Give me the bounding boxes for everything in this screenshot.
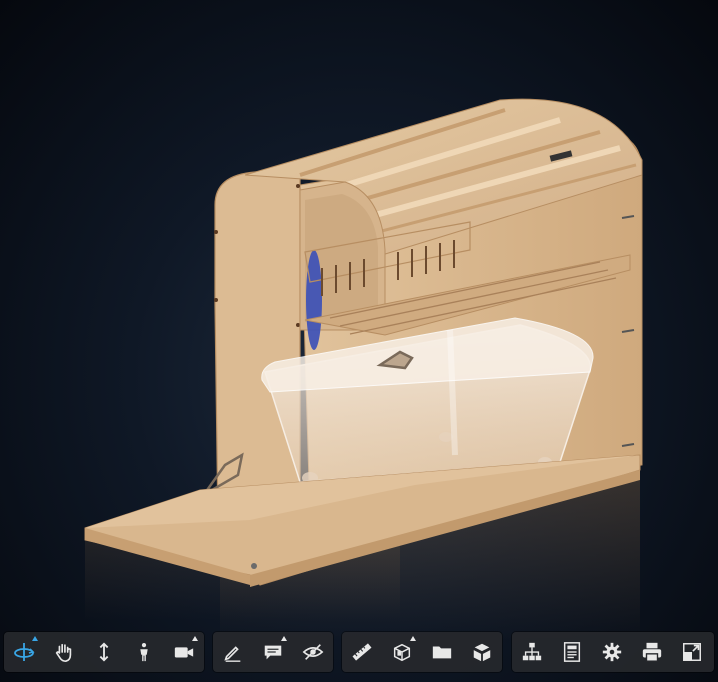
flyout-indicator [281, 636, 287, 641]
model-tool-group [342, 632, 502, 672]
folder-icon [432, 646, 452, 659]
orbit-icon [14, 643, 35, 661]
explode-button[interactable] [462, 632, 502, 672]
markup-button[interactable] [213, 632, 253, 672]
properties-icon [563, 642, 581, 662]
hide-eye-icon [302, 644, 324, 660]
comment-button[interactable] [253, 632, 293, 672]
cabinet-left-panel [214, 167, 301, 526]
section-cube-icon [393, 643, 411, 662]
flyout-indicator [32, 636, 38, 641]
orbit-button[interactable] [4, 632, 44, 672]
hide-button[interactable] [293, 632, 333, 672]
first-person-button[interactable] [124, 632, 164, 672]
first-person-icon [140, 643, 148, 662]
pan-icon [55, 643, 72, 662]
camera-button[interactable] [164, 632, 204, 672]
pan-button[interactable] [44, 632, 84, 672]
flyout-indicator [410, 636, 416, 641]
comment-icon [264, 645, 282, 660]
camera-icon [174, 647, 194, 658]
markup-pen-icon [224, 646, 241, 662]
document-browser-button[interactable] [422, 632, 462, 672]
print-button[interactable] [632, 632, 672, 672]
3d-viewport[interactable] [0, 0, 718, 682]
dolly-button[interactable] [84, 632, 124, 672]
fullscreen-icon [683, 643, 701, 661]
review-tool-group [213, 632, 333, 672]
settings-tool-group [512, 632, 714, 672]
navigation-tool-group [4, 632, 204, 672]
model-browser-button[interactable] [512, 632, 552, 672]
print-icon [642, 642, 662, 662]
properties-button[interactable] [552, 632, 592, 672]
flyout-indicator [192, 636, 198, 641]
model-browser-icon [522, 642, 542, 661]
dolly-icon [99, 642, 109, 662]
measure-button[interactable] [342, 632, 382, 672]
model-canvas[interactable] [0, 0, 718, 682]
fullscreen-button[interactable] [672, 632, 712, 672]
explode-cube-icon [473, 643, 491, 662]
settings-button[interactable] [592, 632, 632, 672]
settings-gear-icon [602, 642, 622, 662]
section-button[interactable] [382, 632, 422, 672]
measure-ruler-icon [352, 643, 372, 661]
viewer-toolbar [0, 628, 718, 678]
